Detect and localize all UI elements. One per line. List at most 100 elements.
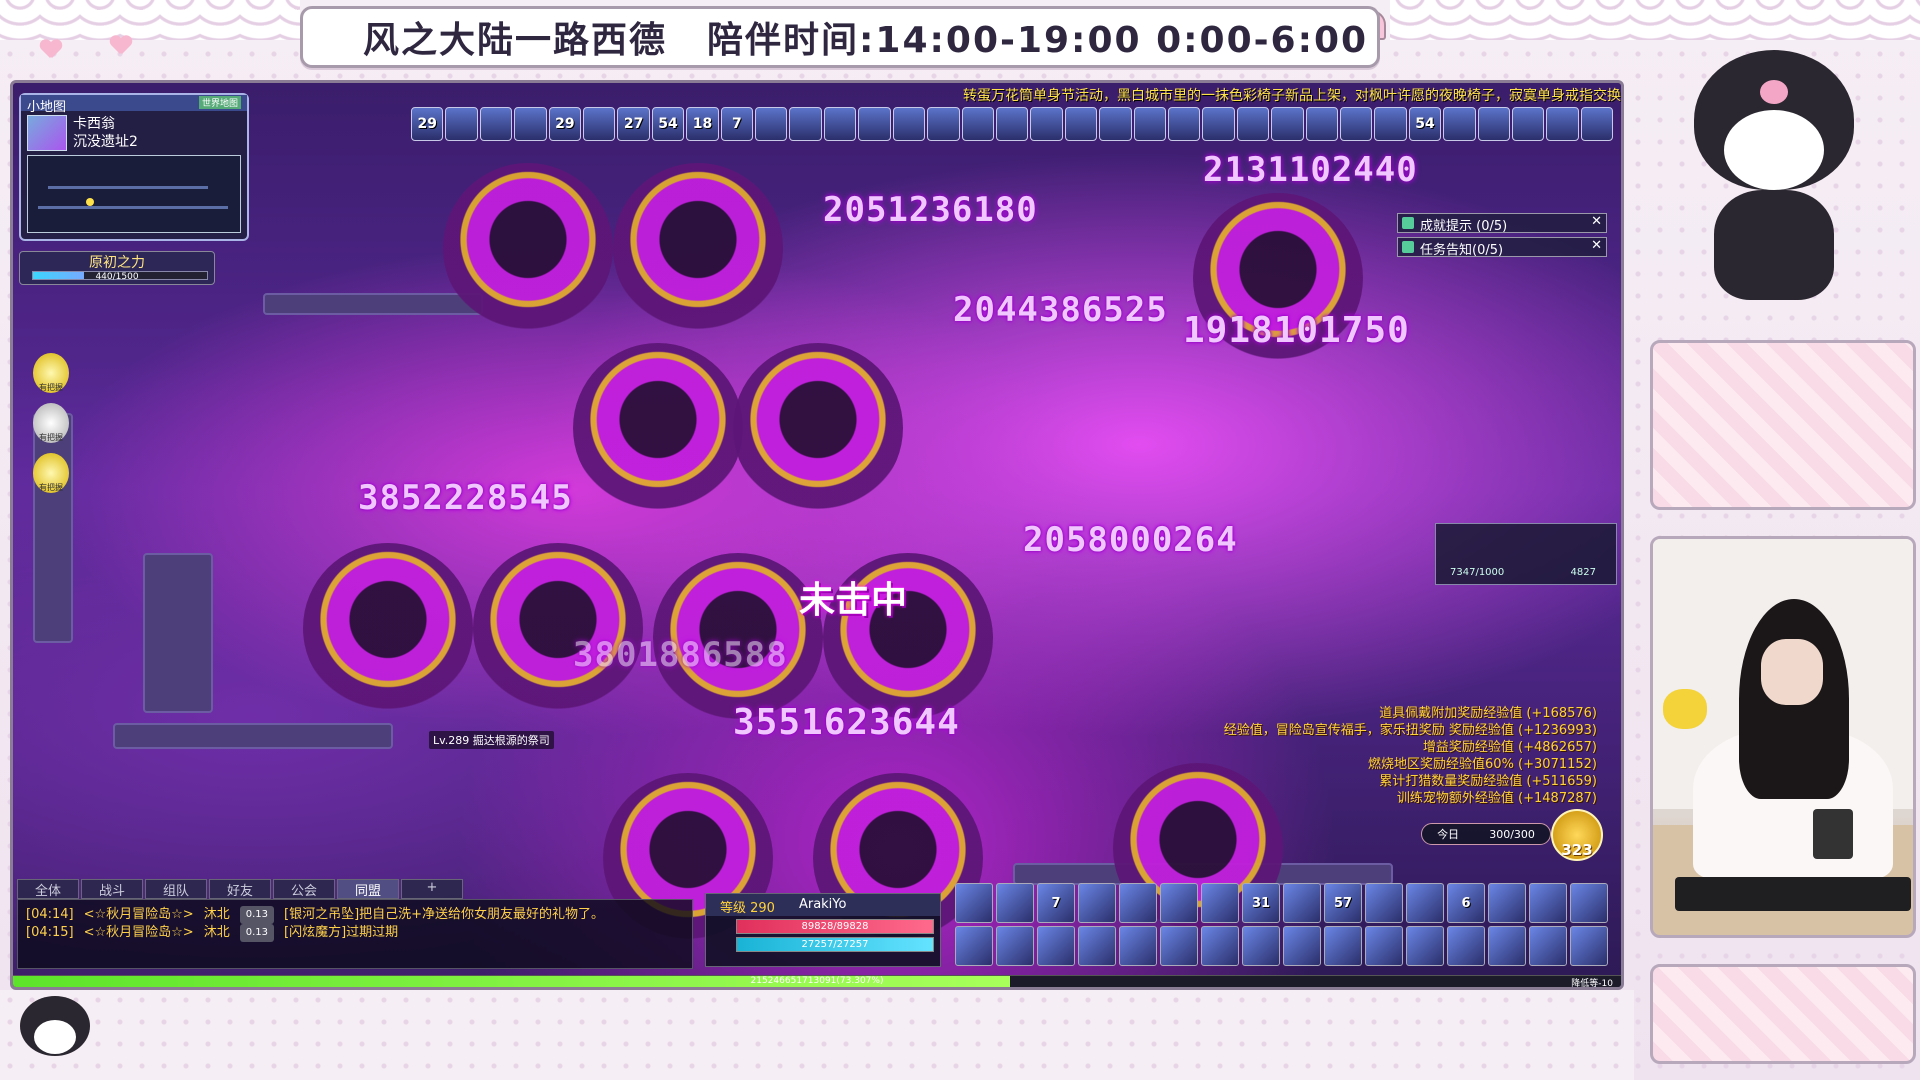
star-icon[interactable]: 有把握 [33,453,69,493]
buff-icon[interactable] [1512,107,1545,141]
skill-slot[interactable] [1570,883,1608,923]
buff-icon[interactable] [445,107,478,141]
skill-slot[interactable] [1119,926,1157,966]
skill-slot[interactable] [1160,883,1198,923]
buff-icon[interactable] [583,107,616,141]
achievement-notice[interactable]: 成就提示 (0/5) ✕ [1397,213,1607,234]
skill-slot[interactable] [1119,883,1157,923]
boss-monster[interactable] [443,163,613,333]
stream-sidebar [1634,0,1920,1080]
buff-icon[interactable] [823,107,857,141]
buff-icon[interactable] [1099,107,1132,141]
boss-monster[interactable] [303,543,473,713]
skill-slot[interactable] [1283,883,1321,923]
skill-slot[interactable] [1078,926,1116,966]
buff-icon[interactable] [858,107,891,141]
buff-icon[interactable] [1202,107,1235,141]
buff-icon[interactable] [1339,107,1373,141]
skill-slot[interactable] [1570,926,1608,966]
skill-slot[interactable] [996,883,1034,923]
buff-icon[interactable]: 29 [411,107,444,141]
buff-icon[interactable] [961,107,994,141]
skill-hotbar: 7 31 57 6 [955,883,1615,969]
pet-status-panel[interactable]: 7347/1000 4827 [1435,523,1617,585]
notice-icon [1402,217,1414,229]
buff-icon[interactable] [1305,107,1338,141]
buff-icon[interactable] [1546,107,1579,141]
buff-icon[interactable] [789,107,822,141]
skill-slot[interactable] [1406,926,1444,966]
stone-pillar [33,413,73,643]
buff-icon[interactable]: 54 [651,107,685,141]
buff-icon[interactable]: 7 [720,107,754,141]
skill-slot[interactable]: 31 [1242,883,1280,923]
buff-icon[interactable] [995,107,1029,141]
buff-icon[interactable] [1580,107,1614,141]
chat-tab[interactable]: 好友 [209,879,271,899]
chat-tab[interactable]: 战斗 [81,879,143,899]
buff-icon[interactable]: 18 [686,107,719,141]
buff-icon[interactable] [1443,107,1476,141]
skill-slot[interactable]: 7 [1037,883,1075,923]
buff-icon[interactable] [927,107,960,141]
buff-icon[interactable] [1133,107,1166,141]
chat-tab[interactable]: + [401,879,463,899]
skill-slot[interactable] [1365,883,1403,923]
buff-icon[interactable] [514,107,547,141]
buff-icon[interactable]: 29 [548,107,582,141]
buff-icon[interactable] [1030,107,1063,141]
buff-icon[interactable] [479,107,513,141]
minimap-view[interactable] [27,155,241,233]
buff-icon[interactable]: 27 [617,107,650,141]
skill-slot[interactable] [1283,926,1321,966]
skill-slot[interactable] [1529,926,1567,966]
skill-slot[interactable]: 57 [1324,883,1362,923]
chat-tab[interactable]: 公会 [273,879,335,899]
chat-tab[interactable]: 全体 [17,879,79,899]
heart-icon [40,40,62,60]
skill-slot[interactable] [1529,883,1567,923]
skill-slot[interactable] [1488,883,1526,923]
boss-monster[interactable] [473,543,643,713]
boss-monster[interactable] [573,343,743,513]
buff-icon[interactable] [1477,107,1510,141]
skill-slot[interactable] [996,926,1034,966]
lightbulb-icon[interactable]: 有把握 [33,403,69,443]
close-icon[interactable]: ✕ [1591,238,1602,253]
skill-slot[interactable] [1201,926,1239,966]
buff-icon[interactable] [892,107,926,141]
skill-slot[interactable] [1242,926,1280,966]
webcam-feed [1650,536,1916,938]
skill-slot[interactable] [955,883,993,923]
skill-slot[interactable] [1447,926,1485,966]
chat-tab[interactable]: 同盟 [337,879,399,899]
buff-icon[interactable] [1064,107,1098,141]
skill-slot[interactable]: 6 [1447,883,1485,923]
skill-slot[interactable] [1037,926,1075,966]
boss-monster[interactable] [613,163,783,333]
skill-slot[interactable] [1078,883,1116,923]
skill-slot[interactable] [955,926,993,966]
skill-slot[interactable] [1488,926,1526,966]
buff-icon[interactable] [1167,107,1201,141]
skill-slot[interactable] [1160,926,1198,966]
buff-icon[interactable] [755,107,788,141]
buff-icon[interactable] [1374,107,1407,141]
skill-slot[interactable] [1406,883,1444,923]
coin-counter[interactable]: 323 [1551,809,1603,861]
quest-notice[interactable]: 任务告知(0/5) ✕ [1397,237,1607,258]
skill-slot[interactable] [1365,926,1403,966]
buff-icon[interactable] [1271,107,1304,141]
lightbulb-icon[interactable]: 有把握 [33,353,69,393]
buff-icon[interactable] [1236,107,1270,141]
world-map-button[interactable]: 世界地图 [198,96,241,109]
minimap[interactable]: 小地图 世界地图 卡西翁 沉没遗址2 [19,93,249,241]
skill-slot[interactable] [1201,883,1239,923]
buff-icon[interactable]: 54 [1408,107,1442,141]
close-icon[interactable]: ✕ [1591,214,1602,229]
chat-tab[interactable]: 组队 [145,879,207,899]
boss-monster[interactable] [733,343,903,513]
chat-window[interactable]: [04:14] <☆秋月冒险岛☆> 沐北 0.13 [银河之吊坠]把自己洗+净送给你女朋… [17,899,693,969]
game-viewport[interactable]: 转蛋万花筒单身节活动，黑白城市里的一抹色彩椅子新品上架，对枫叶许愿的夜晚椅子，寂… [10,80,1624,990]
skill-slot[interactable] [1324,926,1362,966]
